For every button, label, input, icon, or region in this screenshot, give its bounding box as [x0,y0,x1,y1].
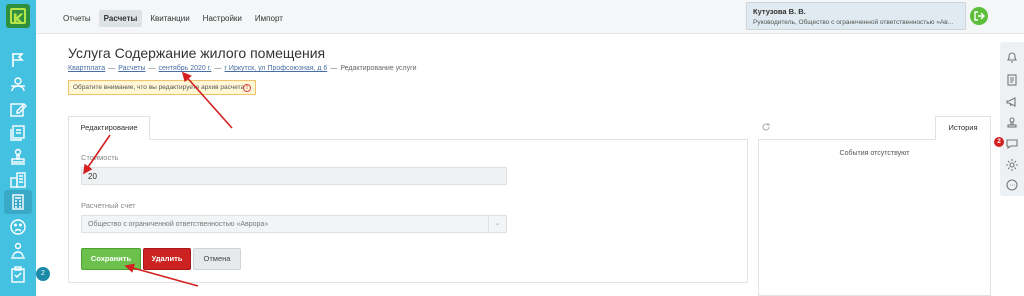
stamp-icon[interactable] [1005,116,1019,130]
chat-icon[interactable] [1005,137,1019,151]
breadcrumb-separator: — [214,65,222,72]
nav-item-reports[interactable]: Отчеты [58,10,96,27]
save-button[interactable]: Сохранить [81,248,141,270]
breadcrumb-period[interactable]: сентябрь 2020 г. [159,65,212,72]
user-profile-box[interactable]: Кутузова В. В. Руководитель, Общество с … [746,2,966,30]
documents-icon[interactable] [8,123,28,143]
logo-letter: K [12,12,24,28]
logout-icon [974,11,985,21]
sad-face-icon[interactable] [8,217,28,237]
cost-label: Стоимость [81,153,119,162]
breadcrumb-separator: — [330,65,338,72]
archive-warning-alert: Обратите внимание, что вы редактируете а… [68,80,256,95]
chat-notification-badge[interactable]: 2 [994,137,1004,147]
clipboard-icon[interactable] [8,265,28,285]
account-select[interactable]: Общество с ограниченной ответственностью… [81,215,507,233]
sidebar-notification-badge[interactable]: 2 [36,267,50,281]
tab-editing[interactable]: Редактирование [68,116,150,140]
right-rail [1000,42,1024,196]
tab-history[interactable]: История [935,116,991,140]
org-structure-icon[interactable] [8,241,28,261]
warning-icon: ! [243,84,251,92]
page-title: Услуга Содержание жилого помещения [68,45,326,61]
refresh-icon[interactable] [761,122,771,132]
breadcrumb-separator: — [108,65,116,72]
bell-icon[interactable] [1005,50,1019,64]
edit-icon[interactable] [8,100,28,120]
account-select-value: Общество с ограниченной ответственностью… [88,221,269,228]
logout-button[interactable] [970,7,988,25]
edit-panel: Стоимость 20 Расчетный счет Общество с о… [68,139,748,283]
calculator-icon[interactable] [8,192,28,212]
chevron-down-icon[interactable]: ⌄ [488,216,506,232]
flag-icon[interactable] [8,50,28,70]
top-navigation: Отчеты Расчеты Квитанции Настройки Импор… [58,10,291,27]
breadcrumb-rent[interactable]: Квартплата [68,65,105,72]
buildings-icon[interactable] [8,170,28,190]
stamp-icon[interactable] [8,147,28,167]
cost-input[interactable]: 20 [81,167,507,185]
users-icon[interactable] [8,75,28,95]
user-name: Кутузова В. В. [753,7,806,16]
user-role: Руководитель, Общество с ограниченной от… [753,19,954,26]
nav-item-receipts[interactable]: Квитанции [145,10,194,27]
left-sidebar: K [0,0,36,296]
nav-item-import[interactable]: Импорт [250,10,288,27]
account-label: Расчетный счет [81,201,136,210]
history-panel: События отсутствуют [758,139,991,296]
breadcrumb-address[interactable]: г Иркутск, ул Профсоюзная, д 6 [224,65,327,72]
settings-gear-icon[interactable] [1005,158,1019,172]
cancel-button[interactable]: Отмена [193,248,241,270]
history-empty-text: События отсутствуют [839,150,910,157]
clipboard-list-icon[interactable] [1005,73,1019,87]
nav-item-settings[interactable]: Настройки [198,10,247,27]
breadcrumb-separator: — [148,65,156,72]
breadcrumb-current: Редактирование услуги [340,65,417,72]
support-chat-icon[interactable] [1005,178,1019,192]
breadcrumb: Квартплата — Расчеты — сентябрь 2020 г. … [68,65,417,72]
nav-item-calculations[interactable]: Расчеты [98,10,143,27]
archive-warning-text: Обратите внимание, что вы редактируете а… [73,84,245,91]
app-logo[interactable]: K [6,4,30,28]
breadcrumb-calculations[interactable]: Расчеты [118,65,145,72]
delete-button[interactable]: Удалить [143,248,191,270]
megaphone-icon[interactable] [1005,95,1019,109]
